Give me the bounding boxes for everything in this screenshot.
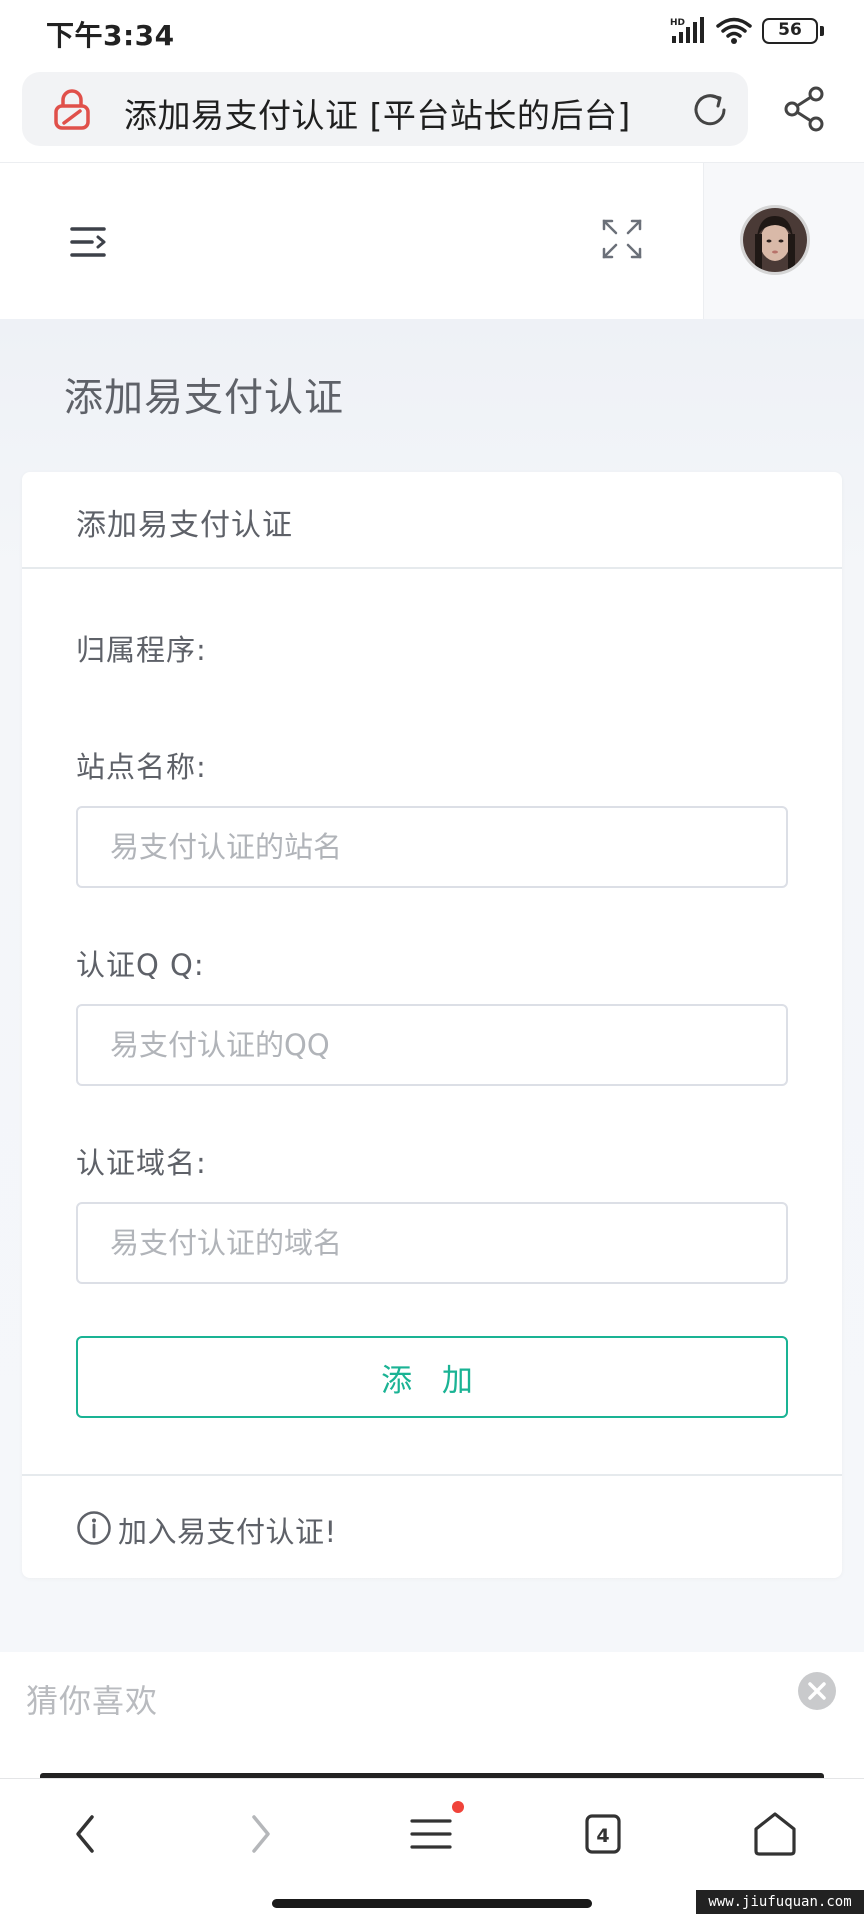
qq-label: 认证Q Q: <box>76 948 205 982</box>
close-icon[interactable] <box>798 1672 836 1710</box>
signal-icon: HD <box>670 17 704 43</box>
address-bar[interactable]: 添加易支付认证 [平台站长的后台] <box>22 72 748 146</box>
screen: 下午3:34 HD 56 添加易支付认证 [平台站长的后台] 添加易支付认证 添… <box>0 0 864 1920</box>
add-button[interactable]: 添 加 <box>76 1336 788 1418</box>
app-header <box>0 162 864 320</box>
tab-count: 4 <box>596 1825 610 1847</box>
lock-icon[interactable] <box>50 88 94 132</box>
status-time: 下午3:34 <box>46 19 175 52</box>
share-icon[interactable] <box>780 84 830 134</box>
form-card: 添加易支付认证 归属程序: 站点名称: 认证Q Q: 认证域名: 添 加 加入易… <box>22 472 842 1578</box>
expand-icon[interactable] <box>600 217 644 261</box>
network-type-label: HD <box>670 18 685 28</box>
menu-icon[interactable] <box>406 1809 456 1859</box>
site-name-label: 站点名称: <box>76 750 207 784</box>
user-area <box>703 163 864 320</box>
domain-input[interactable] <box>76 1202 788 1284</box>
reload-icon[interactable] <box>688 88 732 132</box>
footer-note: 加入易支付认证! <box>118 1515 337 1549</box>
card-header: 添加易支付认证 <box>22 472 842 569</box>
main-content: 添加易支付认证 添加易支付认证 归属程序: 站点名称: 认证Q Q: 认证域名:… <box>0 319 864 1652</box>
recommend-label: 猜你喜欢 <box>26 1682 159 1720</box>
info-icon <box>77 1511 111 1545</box>
address-title[interactable]: 添加易支付认证 [平台站长的后台] <box>124 89 684 137</box>
avatar[interactable] <box>740 205 810 275</box>
forward-icon[interactable] <box>234 1809 284 1859</box>
card-title: 添加易支付认证 <box>76 508 293 543</box>
recommend-bar: 猜你喜欢 <box>0 1652 864 1778</box>
avatar-image <box>743 208 807 272</box>
wifi-icon <box>716 17 752 44</box>
program-label: 归属程序: <box>76 633 207 667</box>
battery-icon: 56 <box>762 18 824 44</box>
status-bar: 下午3:34 HD 56 <box>0 0 864 62</box>
qq-input[interactable] <box>76 1004 788 1086</box>
site-name-input[interactable] <box>76 806 788 888</box>
home-indicator[interactable] <box>272 1899 592 1908</box>
watermark: www.jiufuquan.com <box>696 1890 864 1914</box>
menu-fold-icon[interactable] <box>70 225 106 259</box>
card-footer: 加入易支付认证! <box>22 1474 842 1578</box>
domain-label: 认证域名: <box>76 1146 207 1180</box>
page-title: 添加易支付认证 <box>64 376 345 421</box>
back-icon[interactable] <box>62 1809 112 1859</box>
home-icon[interactable] <box>750 1809 800 1859</box>
notification-dot <box>452 1801 464 1813</box>
